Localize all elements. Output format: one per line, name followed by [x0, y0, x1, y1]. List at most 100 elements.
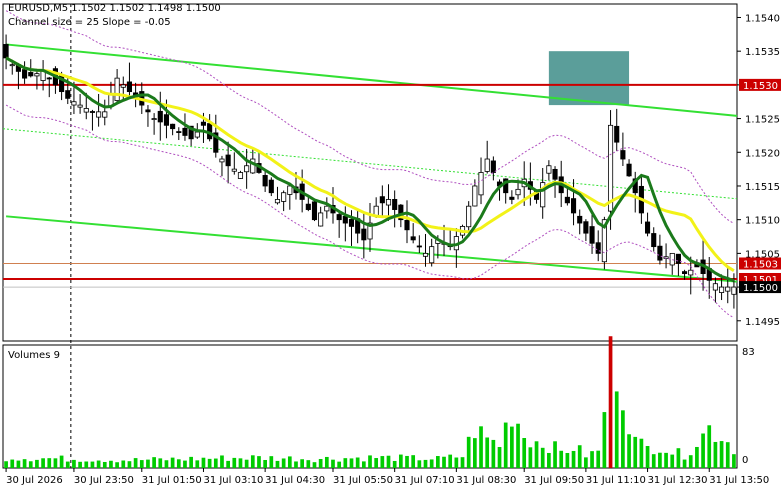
volume-bar — [479, 426, 483, 468]
candle-body — [157, 110, 163, 123]
volume-bar — [392, 460, 397, 468]
volume-bar — [417, 460, 422, 468]
candle-body — [145, 109, 151, 113]
candle-body — [200, 121, 207, 126]
volume-bar — [139, 460, 144, 468]
volume-panel-title: Volumes 9 — [8, 350, 60, 361]
volume-bar — [294, 461, 298, 468]
x-tick-label: 31 Jul 11:10 — [586, 475, 646, 486]
volume-bar — [183, 460, 187, 468]
candle-body — [348, 219, 355, 227]
volume-bar — [361, 461, 366, 468]
volume-bar — [602, 412, 607, 468]
y-tick-label: 1.1535 — [745, 47, 780, 58]
volume-bar — [688, 455, 693, 468]
volume-bar — [547, 452, 551, 468]
x-tick-label: 31 Jul 08:30 — [456, 475, 516, 486]
price-label-text: 1.1500 — [743, 283, 778, 294]
volume-bar — [676, 448, 681, 468]
candle-body — [182, 127, 188, 136]
x-tick-label: 31 Jul 09:50 — [524, 475, 584, 486]
candle-body — [3, 44, 9, 59]
candle-body — [422, 252, 429, 257]
y-tick-label: 1.1525 — [745, 115, 780, 126]
volume-bar — [621, 410, 625, 468]
volume-bar — [473, 438, 477, 468]
candle-body — [114, 77, 120, 101]
y-tick-label: 1.1495 — [745, 317, 780, 328]
volume-bar — [318, 458, 323, 468]
volume-bar — [72, 459, 76, 468]
candle-body — [287, 185, 293, 195]
chart-header-symbol: EURUSD,M5 1.1502 1.1502 1.1498 1.1500 — [8, 3, 221, 14]
candle-body — [311, 201, 318, 221]
candle-body — [472, 185, 478, 207]
volume-bar — [466, 436, 471, 468]
candle-body — [65, 90, 71, 99]
candle-body — [342, 216, 348, 224]
volume-bar — [651, 454, 656, 468]
candle-body — [219, 158, 225, 163]
candle-body — [231, 168, 237, 172]
volume-bar — [84, 461, 89, 468]
volume-bar — [195, 460, 200, 468]
volume-bar — [522, 437, 527, 468]
volume-bar — [510, 426, 514, 468]
candle-body — [194, 131, 200, 138]
candle-body — [416, 245, 422, 248]
volume-bar — [28, 461, 33, 468]
candle-body — [712, 283, 718, 291]
volume-bar — [707, 425, 712, 468]
volume-bar — [53, 458, 58, 468]
volume-bar — [497, 447, 502, 468]
candle-body — [515, 188, 521, 196]
candle-body — [77, 104, 83, 108]
x-tick-label: 31 Jul 05:50 — [333, 475, 393, 486]
volume-bar — [207, 458, 212, 468]
volume-bar — [386, 455, 391, 468]
price-chart[interactable]: 1.1540 1.1535 1.1530 1.1525 1.1520 1.1515 1.15… — [0, 0, 781, 489]
x-tick-label: 31 Jul 01:50 — [142, 475, 202, 486]
volume-bar — [448, 454, 453, 468]
volume-bar — [312, 462, 317, 468]
volume-bar — [189, 456, 193, 468]
volume-bar — [577, 445, 582, 468]
volume-bar — [257, 456, 261, 468]
candle-body — [385, 199, 392, 206]
volume-bar — [491, 439, 496, 468]
volume-bar — [571, 450, 576, 468]
price-label-text: 1.1503 — [743, 259, 778, 270]
volume-bar — [35, 459, 39, 468]
volume-bar — [355, 457, 360, 468]
volume-pane — [2, 344, 738, 469]
volume-bar — [380, 456, 385, 468]
volume-bar — [368, 455, 372, 468]
volume-bar — [596, 450, 601, 468]
candle-body — [583, 221, 589, 234]
volume-bar — [565, 452, 570, 468]
volume-bar — [65, 461, 70, 468]
volume-bar — [664, 452, 668, 468]
candle-body — [620, 150, 626, 160]
volume-bar — [287, 456, 292, 468]
volume-bar — [553, 441, 557, 468]
candle-body — [324, 205, 330, 212]
candle-body — [595, 242, 601, 254]
volume-bar — [732, 454, 736, 468]
candle-body — [484, 158, 490, 172]
volume-bar — [300, 459, 305, 468]
x-tick-label: 31 Jul 13:50 — [709, 475, 769, 486]
volume-bar — [306, 460, 311, 468]
x-tick-label: 31 Jul 12:30 — [648, 475, 708, 486]
candle-body — [96, 111, 102, 118]
candle-body — [120, 84, 126, 88]
volume-bar — [201, 457, 206, 468]
volume-bar — [22, 459, 27, 468]
volume-bar — [627, 434, 631, 468]
volume-bar — [682, 459, 687, 468]
candle-body — [102, 111, 108, 118]
price-label-text: 1.1530 — [743, 81, 778, 92]
candle-body — [466, 205, 472, 228]
volume-bar — [269, 456, 274, 468]
candle-body — [22, 69, 28, 79]
